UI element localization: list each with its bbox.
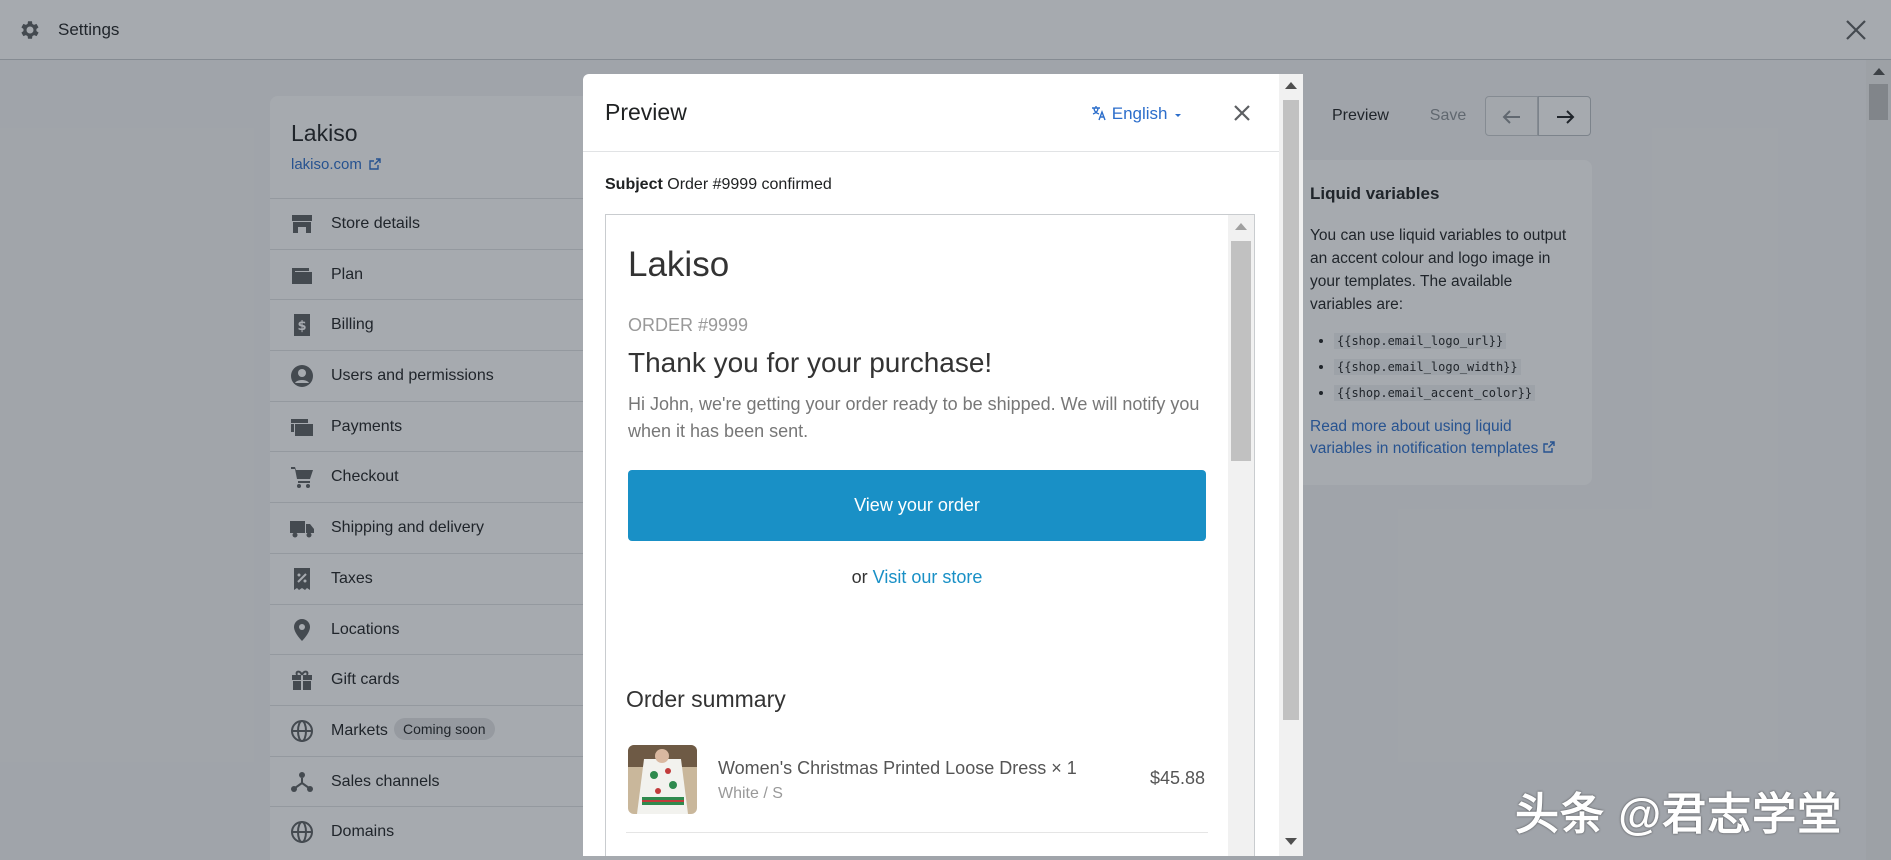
email-subject: Subject Order #9999 confirmed [605,176,832,194]
modal-title: Preview [605,99,687,125]
scrollbar-thumb[interactable] [1283,100,1299,720]
translate-icon [1092,106,1106,121]
product-variant: White / S [718,785,783,802]
order-summary-title: Order summary [626,686,786,712]
view-order-button[interactable]: View your order [628,470,1206,541]
email-body-text: Hi John, we're getting your order ready … [628,394,1200,441]
subject-label: Subject [605,176,663,193]
email-preview-frame: Lakiso ORDER #9999 Thank you for your pu… [605,214,1255,856]
email-order-number: ORDER #9999 [628,315,749,335]
product-thumbnail [628,745,697,814]
subject-value: Order #9999 confirmed [667,176,832,193]
scroll-down-arrow[interactable] [1285,838,1297,845]
divider [626,832,1208,833]
product-price: $45.88 [1150,768,1206,788]
caret-down-icon [1175,114,1182,117]
scrollbar-thumb[interactable] [1231,241,1251,461]
product-image [628,745,697,814]
preview-modal: Preview English Subject Order #9999 conf… [583,74,1303,856]
modal-scrollbar[interactable] [1279,74,1303,856]
scroll-up-arrow[interactable] [1285,82,1297,89]
visit-store-line: or Visit our store [606,567,1228,588]
modal-header: Preview English [583,74,1279,152]
email-scrollbar[interactable] [1228,215,1254,856]
language-label[interactable]: English [1112,104,1168,123]
visit-store-link[interactable]: Visit our store [873,567,983,587]
scroll-up-arrow[interactable] [1235,223,1247,230]
email-store-name: Lakiso [628,245,730,284]
product-name: Women's Christmas Printed Loose Dress × … [718,758,1077,778]
language-selector[interactable]: English [1091,104,1184,124]
close-icon[interactable] [1231,102,1253,124]
watermark: 头条 @君志学堂 [1515,790,1843,839]
or-text: or [851,567,868,587]
email-heading: Thank you for your purchase! [628,347,993,378]
